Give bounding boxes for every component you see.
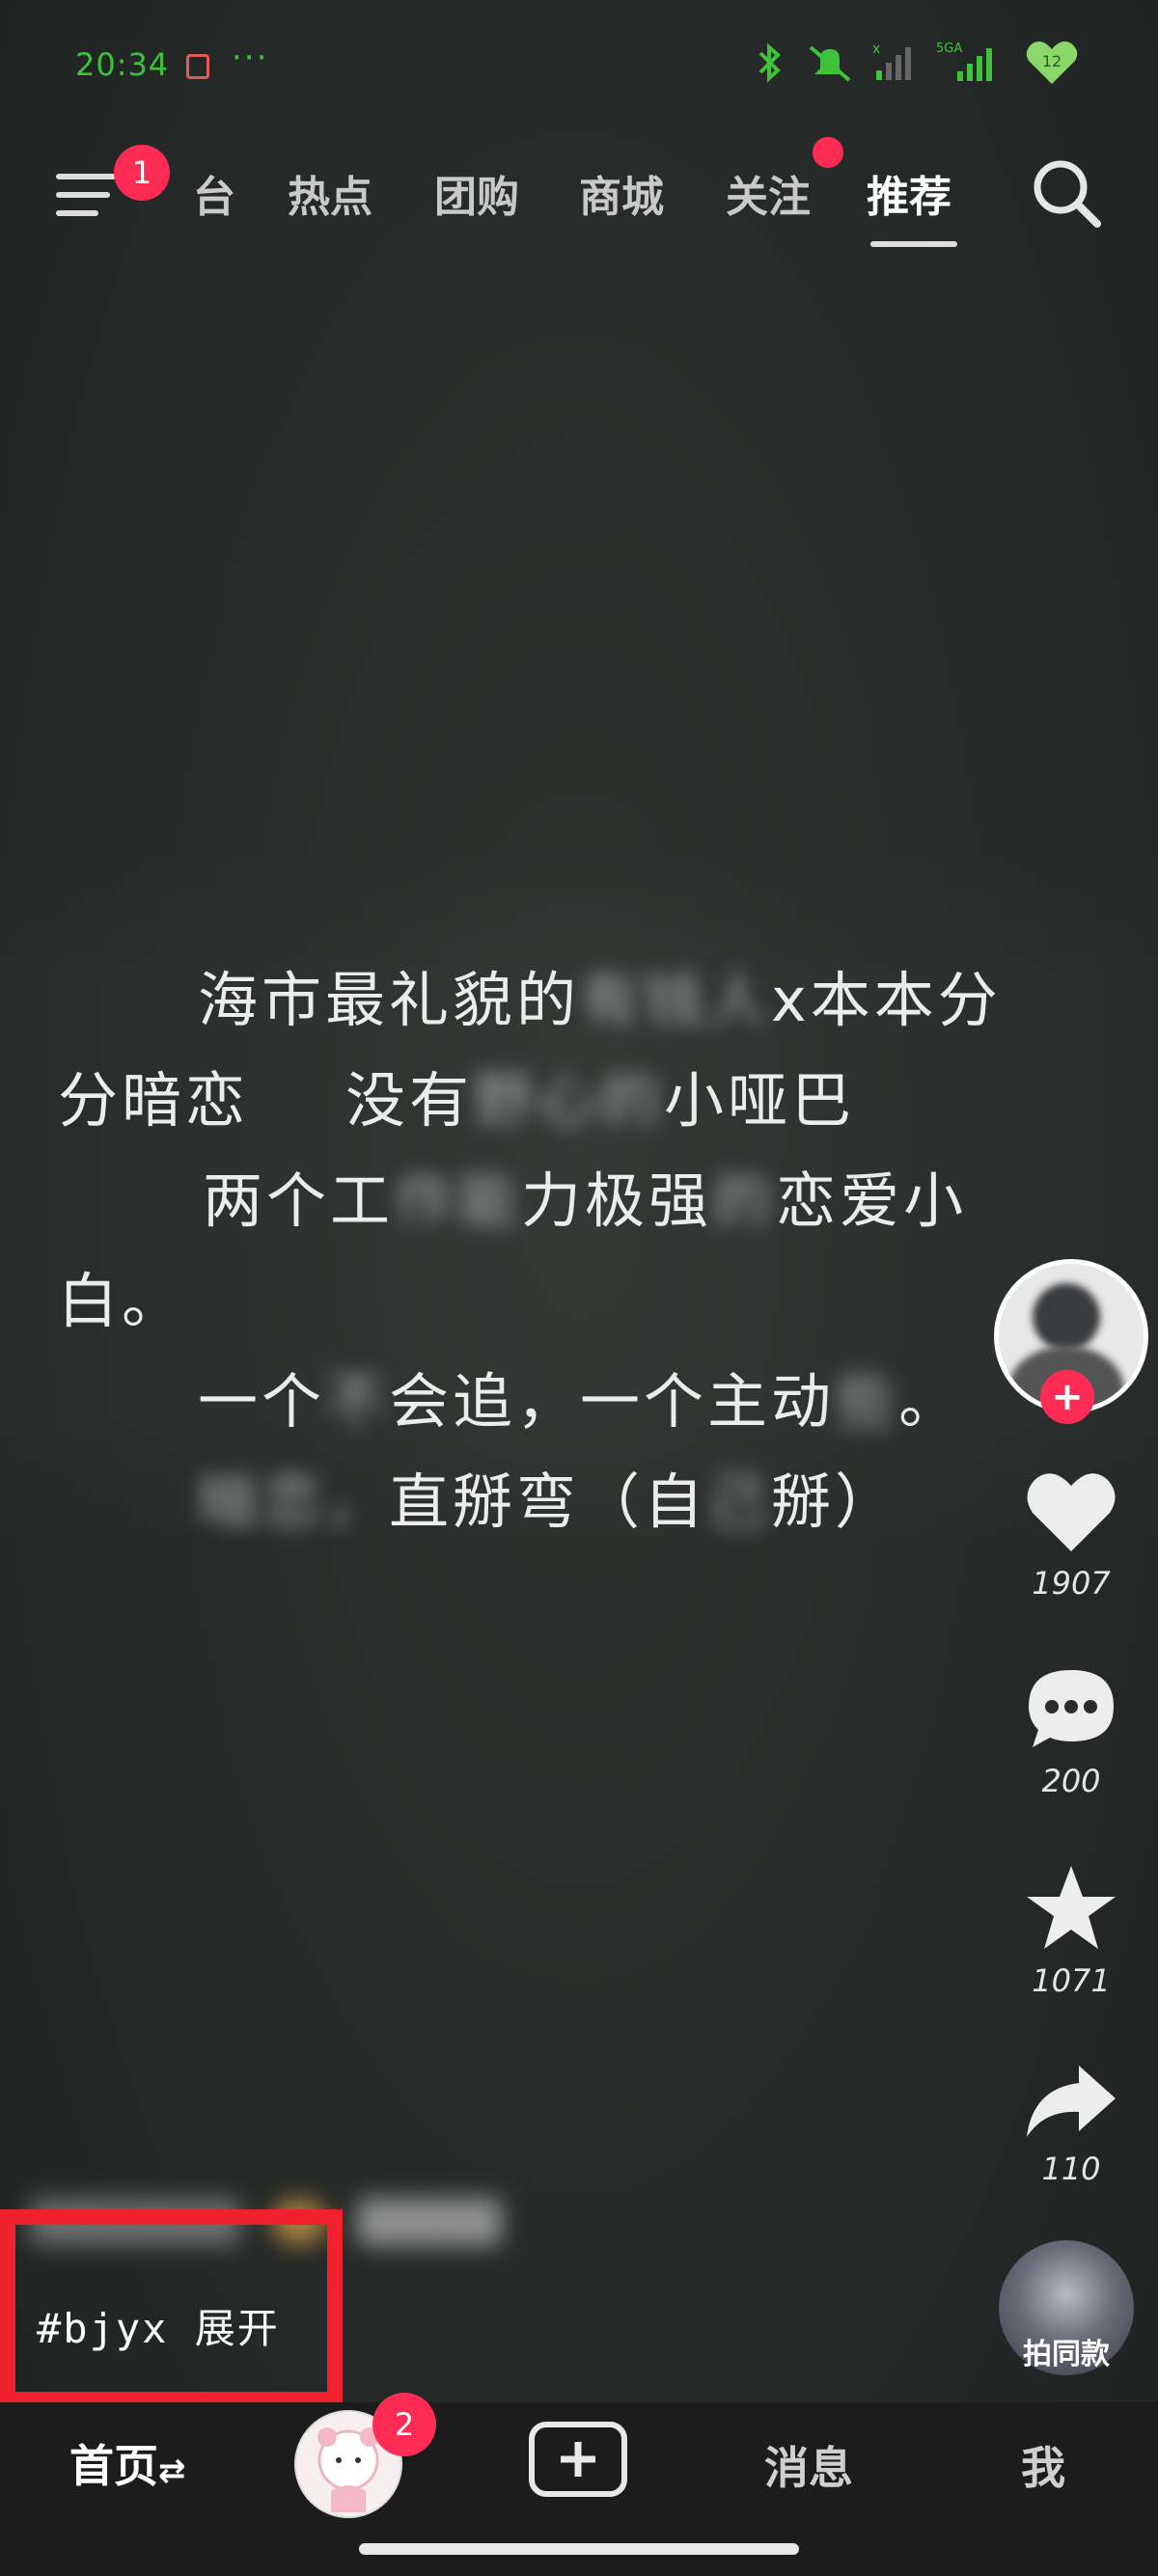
top-nav: 1 台 热点 团购 商城 关注 推荐	[0, 145, 1158, 260]
tab-group-buy[interactable]: 团购	[434, 162, 519, 224]
status-time: 20:34	[75, 46, 170, 83]
avatar-head	[1033, 1283, 1100, 1351]
more-notifications-icon: ···	[232, 39, 269, 77]
blurred-text: 暗恋，	[198, 1466, 390, 1537]
text-segment: 没有	[345, 1065, 474, 1136]
comment-count: 200	[1041, 1763, 1101, 1799]
favorite-count: 1071	[1032, 1962, 1111, 1999]
star-icon	[1027, 1866, 1116, 1949]
text-line: 海市最礼貌的有钱人x本本分	[58, 950, 1119, 1051]
tab-following[interactable]: 关注	[726, 162, 811, 224]
friends-badge: 2	[372, 2393, 436, 2456]
text-line: 白。	[58, 1251, 1119, 1352]
text-segment: 白。	[58, 1266, 186, 1336]
tab-hot[interactable]: 热点	[288, 162, 372, 224]
menu-button[interactable]	[56, 166, 118, 224]
heart-icon	[1027, 1473, 1116, 1551]
blurred-text: 作能	[394, 1165, 522, 1236]
text-segment: 会追，一个主动	[389, 1366, 836, 1437]
text-line: 一个不会追，一个主动些。	[58, 1352, 1119, 1452]
text-segment: x本本分	[771, 965, 1002, 1035]
menu-line	[56, 210, 98, 216]
home-indicator[interactable]	[359, 2543, 799, 2555]
tab-partial[interactable]: 台	[193, 162, 235, 224]
blurred-text: 己	[707, 1466, 772, 1537]
status-icons: x 5GA 12	[753, 39, 1081, 87]
like-count: 1907	[1032, 1565, 1111, 1602]
video-overlay-text: 海市最礼貌的有钱人x本本分 分暗恋 没有野心的小哑巴 两个工作能力极强的恋爱小 白…	[58, 950, 1119, 1552]
battery-level: 12	[1042, 52, 1062, 70]
tab-recommend[interactable]: 推荐	[867, 162, 951, 224]
text-segment: 小哑巴	[664, 1065, 856, 1136]
plus-icon	[561, 2442, 595, 2477]
text-segment: 海市最礼貌的	[198, 965, 581, 1035]
bluetooth-icon	[758, 42, 781, 83]
shoot-same-label[interactable]: 拍同款	[999, 2330, 1134, 2372]
blurred-text: 野心的	[473, 1065, 665, 1136]
create-post-button[interactable]	[529, 2422, 627, 2497]
video-caption[interactable]: #bjyx 展开	[37, 2296, 280, 2355]
mute-icon	[809, 45, 851, 82]
switch-icon: ⇄	[158, 2452, 186, 2490]
app-notification-icon	[186, 54, 209, 79]
favorite-button[interactable]: 1071	[1013, 1862, 1129, 1999]
svg-text:x: x	[872, 41, 880, 57]
status-bar: 20:34 ··· x 5GA 12	[0, 0, 1158, 130]
nav-messages[interactable]: 消息	[764, 2433, 853, 2497]
tab-mall[interactable]: 商城	[579, 162, 664, 224]
battery-heart-icon: 12	[1026, 41, 1078, 84]
share-count: 110	[1041, 2151, 1101, 2187]
text-segment: 掰）	[771, 1466, 899, 1537]
menu-line	[56, 192, 110, 198]
active-tab-indicator	[870, 241, 957, 247]
network-type-label: 5GA	[936, 41, 962, 56]
text-segment: 分暗恋	[58, 1065, 250, 1136]
menu-line	[56, 174, 118, 179]
like-button[interactable]: 1907	[1013, 1466, 1129, 1602]
text-line: 分暗恋 没有野心的小哑巴	[58, 1051, 1119, 1151]
blurred-text: 些	[835, 1366, 899, 1437]
text-line: 两个工作能力极强的恋爱小	[58, 1151, 1119, 1251]
search-icon[interactable]	[1028, 154, 1105, 232]
text-segment: 直掰弯（自	[389, 1466, 708, 1537]
text-segment: 力极强	[521, 1165, 713, 1236]
nav-me[interactable]: 我	[1021, 2433, 1065, 2497]
blurred-text: 有钱人	[580, 965, 772, 1035]
share-arrow-icon	[1027, 2066, 1116, 2137]
signal-1-icon: x	[872, 41, 911, 80]
nav-home[interactable]: 首页⇄	[69, 2431, 186, 2495]
follow-plus-button[interactable]: +	[1040, 1370, 1094, 1424]
blurred-text: 不	[325, 1366, 390, 1437]
share-button[interactable]: 110	[1013, 2060, 1129, 2187]
text-segment: 恋爱小	[776, 1165, 968, 1236]
text-segment: 一个	[198, 1366, 326, 1437]
blurred-text: 的	[712, 1165, 777, 1236]
comment-button[interactable]: 200	[1013, 1664, 1129, 1799]
text-segment: 。	[898, 1366, 963, 1437]
text-segment: 两个工	[203, 1165, 395, 1236]
nav-home-label: 首页	[69, 2440, 158, 2492]
signal-5g-icon: 5GA	[936, 41, 992, 81]
following-dot-badge	[813, 137, 843, 168]
menu-badge: 1	[114, 145, 170, 201]
comment-icon	[1029, 1670, 1114, 1747]
text-line: 暗恋，直掰弯（自己掰）	[58, 1452, 1119, 1552]
